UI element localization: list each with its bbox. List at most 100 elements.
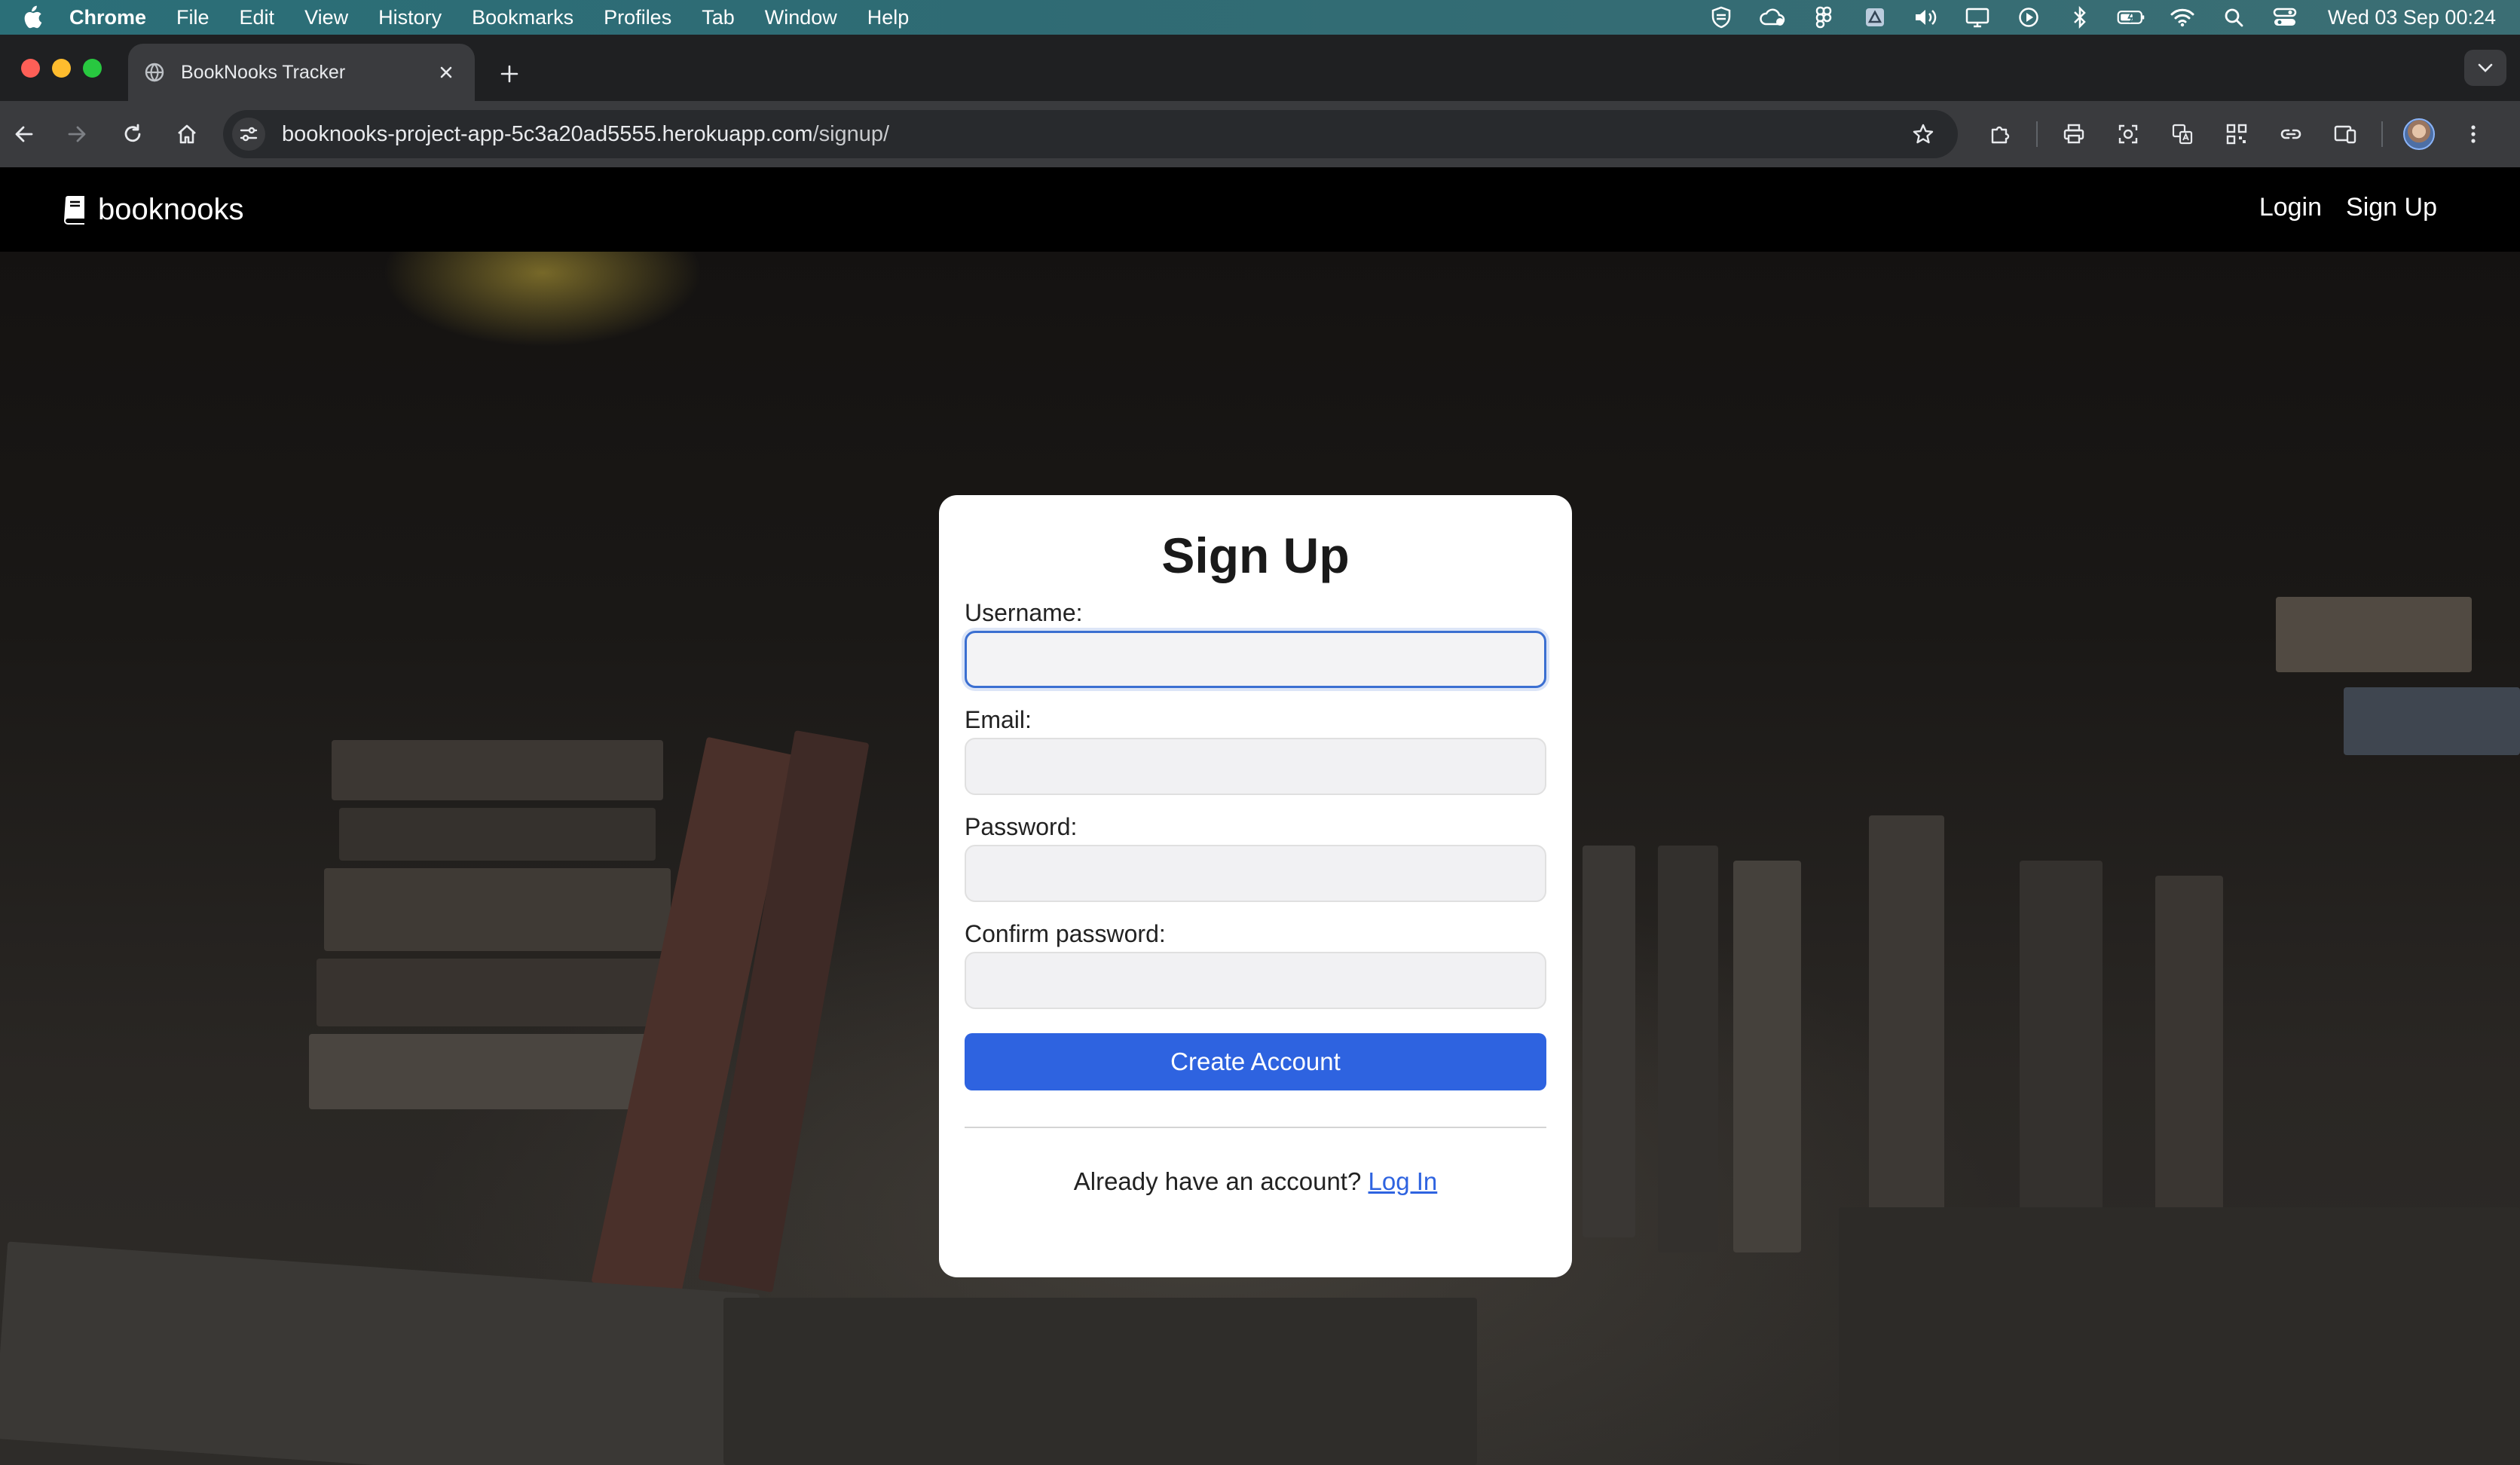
menu-file[interactable]: File [176, 6, 209, 29]
brand-name: booknooks [98, 193, 244, 226]
web-page: booknooks Login Sign Up Sign Up Username… [0, 167, 2520, 1465]
bookmark-star-icon[interactable] [1905, 116, 1941, 152]
url-path: /signup/ [812, 121, 890, 146]
confirm-password-label: Confirm password: [965, 920, 1166, 947]
tab-close-icon[interactable] [433, 59, 460, 86]
book-shape [1839, 1207, 2520, 1465]
media-play-icon[interactable] [2014, 6, 2043, 29]
vpn-shield-icon[interactable] [1707, 6, 1736, 29]
minimize-window-button[interactable] [52, 59, 71, 78]
tab-search-button[interactable] [2464, 50, 2506, 86]
nav-links: Login Sign Up [2259, 193, 2437, 222]
address-bar[interactable]: booknooks-project-app-5c3a20ad5555.herok… [223, 110, 1958, 158]
login-link[interactable]: Log In [1369, 1167, 1438, 1195]
nav-login-link[interactable]: Login [2259, 193, 2322, 222]
site-navbar: booknooks Login Sign Up [0, 167, 2520, 252]
form-divider [965, 1127, 1546, 1128]
print-icon[interactable] [2056, 116, 2092, 152]
forward-button[interactable] [59, 116, 95, 152]
spotlight-search-icon[interactable] [2219, 6, 2248, 29]
create-account-button[interactable]: Create Account [965, 1033, 1546, 1090]
toolbar-extension-icons [1982, 116, 2491, 152]
display-icon[interactable] [1963, 6, 1992, 29]
zoom-window-button[interactable] [83, 59, 102, 78]
menu-view[interactable]: View [304, 6, 348, 29]
menu-tab[interactable]: Tab [702, 6, 735, 29]
book-shape [2344, 687, 2520, 755]
login-prompt: Already have an account? Log In [965, 1167, 1546, 1196]
nav-signup-link[interactable]: Sign Up [2346, 193, 2437, 222]
new-tab-button[interactable] [493, 57, 526, 90]
home-icon [178, 124, 196, 144]
book-shape [317, 959, 671, 1026]
page-title: Sign Up [1161, 528, 1350, 583]
toolbar-divider [2036, 121, 2038, 147]
brand-logo[interactable]: booknooks [62, 193, 243, 227]
browser-toolbar: booknooks-project-app-5c3a20ad5555.herok… [0, 101, 2520, 167]
book-shape [1869, 815, 1944, 1268]
device-emulation-icon[interactable] [2327, 116, 2363, 152]
link-icon[interactable] [2273, 116, 2309, 152]
apple-icon[interactable] [21, 5, 44, 29]
profile-avatar[interactable] [2401, 116, 2437, 152]
reload-button[interactable] [115, 116, 151, 152]
globe-icon [143, 61, 166, 84]
arrow-right-icon [68, 126, 86, 142]
drive-icon[interactable] [1861, 6, 1889, 29]
menu-edit[interactable]: Edit [240, 6, 275, 29]
home-button[interactable] [169, 116, 205, 152]
email-field[interactable] [965, 738, 1546, 795]
book-shape [339, 808, 656, 861]
url-text: booknooks-project-app-5c3a20ad5555.herok… [282, 122, 1905, 147]
menu-history[interactable]: History [378, 6, 442, 29]
book-shape [332, 740, 663, 800]
book-shape [2276, 597, 2472, 672]
figma-icon[interactable] [1809, 6, 1838, 29]
browser-tab-strip: BookNooks Tracker [0, 35, 2520, 101]
book-shape [324, 868, 671, 951]
url-host: booknooks-project-app-5c3a20ad5555.herok… [282, 121, 813, 146]
signup-card: Sign Up Username: Email: Password: Confi… [939, 495, 1572, 1277]
tab-title: BookNooks Tracker [181, 61, 346, 83]
qr-code-icon[interactable] [2219, 116, 2255, 152]
avatar [2403, 118, 2435, 150]
wifi-icon[interactable] [2168, 6, 2197, 29]
reload-icon [124, 124, 141, 142]
arrow-left-icon [15, 126, 33, 142]
menu-profiles[interactable]: Profiles [604, 6, 671, 29]
book-shape [1658, 846, 1718, 1252]
password-label: Password: [965, 813, 1078, 840]
confirm-password-field[interactable] [965, 952, 1546, 1009]
book-icon [62, 195, 87, 225]
site-info-icon[interactable] [232, 118, 265, 151]
book-shape [1583, 846, 1635, 1237]
control-center-icon[interactable] [2271, 6, 2299, 29]
window-controls [21, 59, 102, 78]
password-field[interactable] [965, 845, 1546, 902]
close-window-button[interactable] [21, 59, 40, 78]
extensions-puzzle-icon[interactable] [1982, 116, 2018, 152]
book-shape [1733, 861, 1801, 1252]
translate-icon[interactable] [2164, 116, 2200, 152]
email-label: Email: [965, 706, 1032, 733]
username-field[interactable] [965, 631, 1546, 688]
login-prompt-text: Already have an account? [1073, 1167, 1362, 1195]
screenshot-lens-icon[interactable] [2110, 116, 2146, 152]
volume-icon[interactable] [1912, 6, 1940, 29]
toolbar-divider [2381, 121, 2383, 147]
cloud-sync-icon[interactable] [1758, 6, 1787, 29]
back-button[interactable] [6, 116, 42, 152]
chevron-down-icon [2478, 63, 2493, 72]
username-label: Username: [965, 599, 1083, 626]
book-shape [723, 1298, 1477, 1465]
chrome-menu-icon[interactable] [2455, 116, 2491, 152]
browser-tab-active[interactable]: BookNooks Tracker [128, 44, 475, 101]
book-shape [309, 1034, 671, 1109]
bluetooth-icon[interactable] [2066, 6, 2094, 29]
menu-window[interactable]: Window [765, 6, 837, 29]
menu-app-name[interactable]: Chrome [69, 6, 146, 29]
battery-icon[interactable] [2117, 6, 2145, 29]
menu-help[interactable]: Help [867, 6, 910, 29]
menu-bookmarks[interactable]: Bookmarks [472, 6, 573, 29]
menubar-clock[interactable]: Wed 03 Sep 00:24 [2328, 6, 2496, 29]
